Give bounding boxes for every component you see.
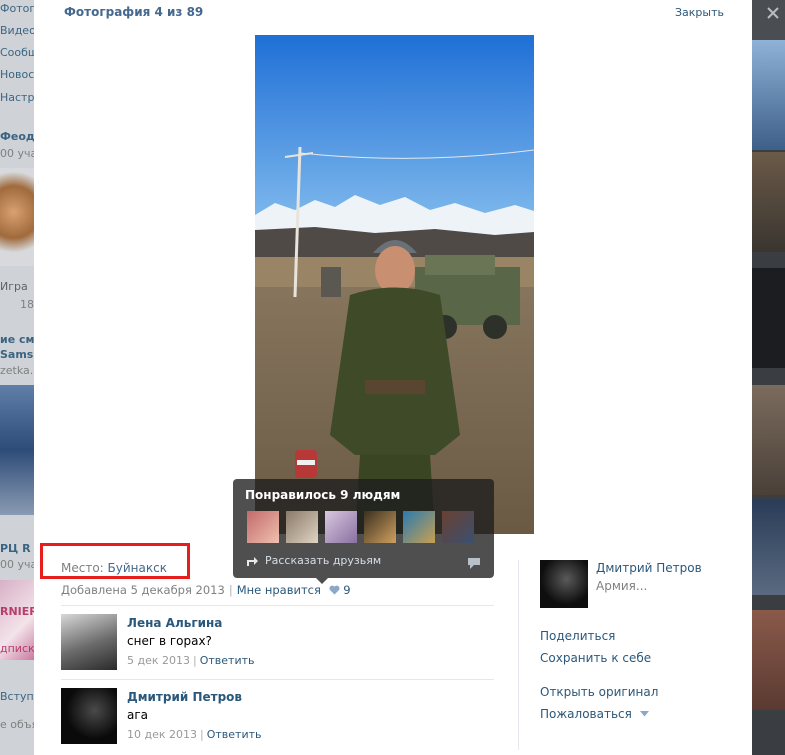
bg-thumb (752, 152, 785, 252)
open-original-link[interactable]: Открыть оригинал (540, 685, 658, 699)
liker-avatar[interactable] (325, 511, 357, 543)
likers-avatars (247, 511, 474, 543)
divider (61, 679, 494, 680)
bg-text: е объя (0, 718, 34, 731)
comment-author[interactable]: Дмитрий Петров (127, 690, 242, 704)
comment-text: снег в горах? (127, 634, 212, 648)
bg-menu-item: Видео (0, 24, 34, 37)
added-date: Добавлена 5 декабря 2013 (61, 583, 225, 597)
photo-viewer: Фотография 4 из 89 Закрыть Понравилось 9… (34, 0, 752, 755)
bg-avatar (0, 168, 34, 266)
bg-thumb (752, 268, 785, 368)
bg-text: РЦ R (0, 542, 31, 555)
bg-close-icon (767, 7, 779, 19)
chevron-down-icon (639, 711, 649, 717)
bg-menu-item: Сообщ (0, 46, 34, 59)
likes-popup-title: Понравилось 9 людям (245, 488, 401, 502)
comment-date: 10 дек 2013 (127, 728, 198, 741)
main-photo[interactable] (255, 35, 534, 534)
bg-text: Феода (0, 130, 34, 143)
liker-avatar[interactable] (442, 511, 474, 543)
liker-avatar[interactable] (286, 511, 318, 543)
comment-author[interactable]: Лена Альгина (127, 616, 222, 630)
comment-avatar[interactable] (61, 688, 117, 744)
comment-footer: 10 дек 2013 | Ответить (127, 728, 262, 741)
owner-name[interactable]: Дмитрий Петров (596, 561, 702, 575)
bg-thumb (752, 385, 785, 495)
bg-text: Samsu (0, 348, 34, 361)
heart-icon[interactable] (329, 585, 340, 595)
background-right-column (752, 0, 785, 755)
bg-thumb (752, 40, 785, 150)
divider (61, 605, 494, 606)
share-link[interactable]: Поделиться (540, 629, 615, 643)
like-link[interactable]: Мне нравится (237, 583, 321, 597)
share-with-friends-label: Рассказать друзьям (265, 554, 382, 567)
bg-menu-item: Настро (0, 91, 34, 104)
bg-text: Вступ (0, 690, 34, 703)
reply-link[interactable]: Ответить (200, 654, 255, 667)
liker-avatar[interactable] (403, 511, 435, 543)
comment-item: Дмитрий Петров ага 10 дек 2013 | Ответить (61, 688, 494, 748)
bg-menu-item: Фотогр (0, 2, 34, 15)
bg-text: 00 учас (0, 147, 34, 160)
comment-date: 5 дек 2013 (127, 654, 191, 667)
likes-popup: Понравилось 9 людям Рассказать друзьям (233, 479, 494, 584)
photo-meta: Добавлена 5 декабря 2013 | Мне нравится 9 (61, 583, 351, 597)
photo-image (255, 35, 534, 534)
share-with-friends[interactable]: Рассказать друзьям (245, 554, 381, 567)
comment-avatar[interactable] (61, 614, 117, 670)
comment-footer: 5 дек 2013 | Ответить (127, 654, 255, 667)
liker-avatar[interactable] (364, 511, 396, 543)
bg-thumb (752, 610, 785, 710)
bg-text: zetka.c (0, 364, 34, 377)
close-link[interactable]: Закрыть (675, 6, 724, 19)
report-label: Пожаловаться (540, 707, 632, 721)
bg-menu-item: Новос (0, 68, 34, 81)
photo-counter: Фотография 4 из 89 (64, 5, 204, 19)
bg-close-area (752, 0, 785, 40)
place-highlight-box (40, 543, 190, 579)
bg-text: ие сма (0, 333, 34, 346)
report-link[interactable]: Пожаловаться (540, 707, 649, 721)
album-description: Армия... (596, 579, 648, 593)
like-count: 9 (343, 583, 351, 597)
comment-icon[interactable] (468, 558, 480, 569)
bg-thumb (752, 500, 785, 595)
column-divider (518, 560, 519, 750)
bg-image (0, 385, 34, 515)
bg-text: дписк (0, 642, 34, 655)
background-left-column: Фотогр Видео Сообщ Новос Настро Феода 00… (0, 0, 34, 755)
reply-link[interactable]: Ответить (207, 728, 262, 741)
bg-text: 00 уча (0, 558, 34, 571)
liker-avatar[interactable] (247, 511, 279, 543)
save-to-me-link[interactable]: Сохранить к себе (540, 651, 651, 665)
owner-avatar[interactable] (540, 560, 588, 608)
share-arrow-icon (247, 556, 258, 566)
bg-text: RNIER (0, 605, 34, 618)
comment-text: ага (127, 708, 149, 722)
bg-text: 18 (20, 298, 34, 311)
comment-item: Лена Альгина снег в горах? 5 дек 2013 | От… (61, 614, 494, 674)
bg-text: Игра (0, 280, 28, 293)
